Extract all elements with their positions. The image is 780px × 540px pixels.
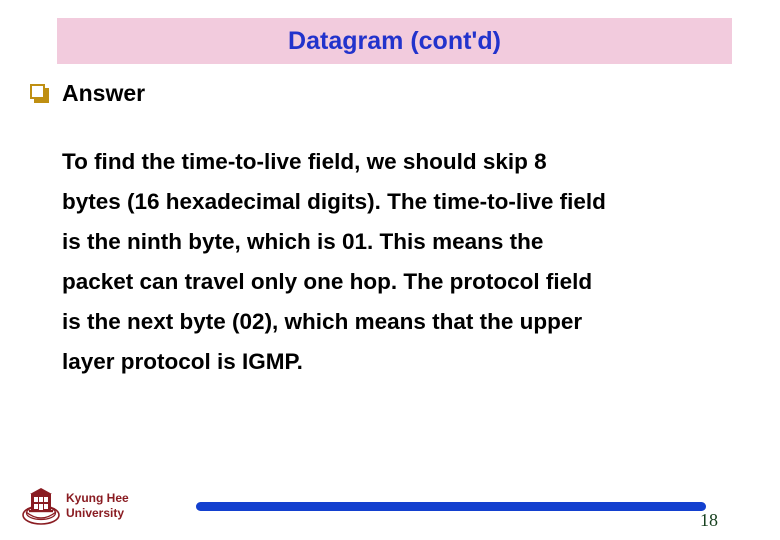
hollow-square-bullet-icon [30,84,49,103]
body-line: packet can travel only one hop. The prot… [62,269,593,294]
page-number: 18 [700,510,718,530]
organization-name-line1: Kyung Hee [66,491,129,505]
body-line: To find the time-to-live field, we shoul… [62,149,547,174]
slide-title-bar: Datagram (cont'd) [57,18,732,64]
footer-branding: Kyung Hee University [22,486,129,526]
organization-name: Kyung Hee University [66,491,129,521]
footer-divider-rule [196,502,706,511]
answer-heading-label: Answer [62,80,146,106]
page-title: Datagram (cont'd) [288,26,501,55]
organization-name-line2: University [66,506,125,520]
university-crest-icon [22,488,60,525]
bullet-face [30,84,45,99]
body-line: is the next byte (02), which means that … [62,309,583,334]
answer-heading: Answer [30,82,145,105]
answer-body-text: To find the time-to-live field, we shoul… [62,142,762,382]
body-line: bytes (16 hexadecimal digits). The time-… [62,189,606,214]
body-line: layer protocol is IGMP. [62,349,303,374]
body-line: is the ninth byte, which is 01. This mea… [62,229,544,254]
